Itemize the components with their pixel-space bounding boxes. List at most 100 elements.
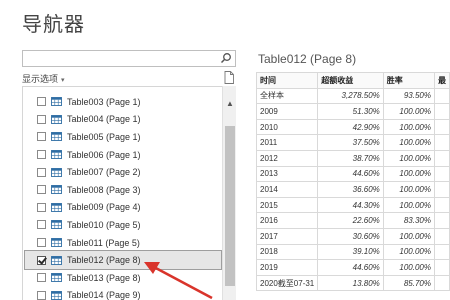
table-icon [51,132,62,142]
table-row: 2012 38.70% 100.00% [255,149,450,167]
navigator-item[interactable]: Table004 (Page 1) [23,111,221,129]
table-cell [433,118,450,136]
column-header-time[interactable]: 时间 [255,72,319,89]
table-cell: 100.00% [382,103,435,120]
table-cell: 100.00% [382,149,435,167]
navigator-item[interactable]: Table003 (Page 1) [23,93,221,111]
table-cell [433,103,450,120]
table-cell: 100.00% [382,134,435,151]
column-header-excess-return[interactable]: 超额收益 [317,72,384,89]
table-cell: 38.70% [317,149,384,167]
table-icon [51,114,62,124]
table-cell [433,134,450,151]
table-cell [433,259,450,276]
navigator-item[interactable]: Table006 (Page 1) [23,146,221,164]
table-cell: 100.00% [382,118,435,136]
table-cell: 22.60% [317,212,384,229]
table-row: 2019 44.60% 100.00% [255,259,450,276]
table-row: 2018 39.10% 100.00% [255,243,450,261]
navigator-item[interactable]: Table005 (Page 1) [23,128,221,146]
checkbox[interactable] [37,290,46,300]
table-cell: 100.00% [382,181,435,198]
table-cell: 44.60% [317,165,384,183]
table-cell: 83.30% [382,212,435,229]
table-cell: 2011 [255,134,319,151]
table-cell: 93.50% [382,87,435,105]
navigator-item-label: Table009 (Page 4) [67,202,141,213]
table-cell [433,87,450,105]
checkbox[interactable] [37,167,46,177]
scroll-thumb[interactable] [225,126,235,286]
table-cell: 2017 [255,227,319,245]
table-cell [433,165,450,183]
search-icon[interactable] [220,52,232,64]
checkbox[interactable] [37,185,46,195]
red-arrow-annotation [144,262,213,300]
navigator-item-label: Table006 (Page 1) [67,149,141,160]
checkbox[interactable] [37,97,46,107]
table-cell [433,149,450,167]
table-row: 2015 44.30% 100.00% [255,196,450,214]
table-icon [51,290,62,300]
navigator-item-label: Table013 (Page 8) [67,272,141,283]
navigator-item[interactable]: Table010 (Page 5) [23,216,221,234]
navigator-item-label: Table012 (Page 8) [67,255,141,266]
table-cell: 51.30% [317,103,384,120]
table-icon [51,238,62,247]
navigator-item[interactable]: Table008 (Page 3) [23,181,221,199]
navigator-item-label: Table008 (Page 3) [67,184,141,195]
table-cell: 100.00% [382,165,435,183]
checkbox[interactable] [37,132,46,142]
table-cell [433,227,450,245]
checkbox[interactable] [37,238,46,248]
table-cell: 2018 [255,243,319,261]
preview-title: Table012 (Page 8) [258,52,357,66]
table-cell: 全样本 [255,87,319,105]
table-cell: 100.00% [382,259,435,276]
table-row: 2010 42.90% 100.00% [255,118,450,136]
column-header-truncated[interactable]: 最 [433,72,450,89]
table-icon [51,97,62,107]
checkbox[interactable] [37,150,46,160]
navigator-item[interactable]: Table007 (Page 2) [23,163,221,181]
table-cell: 44.30% [317,196,384,214]
table-row: 2009 51.30% 100.00% [255,103,450,120]
table-row: 2017 30.60% 100.00% [255,227,450,245]
navigator-item-label: Table003 (Page 1) [67,96,141,107]
table-cell: 2009 [255,103,319,120]
navigator-item-label: Table011 (Page 5) [67,237,140,248]
table-cell: 36.60% [317,181,384,198]
table-cell: 2019 [255,259,319,276]
refresh-page-icon[interactable] [224,71,234,84]
checkbox[interactable] [37,255,46,265]
table-cell [433,212,450,229]
navigator-item[interactable]: Table011 (Page 5) [23,234,221,252]
checkbox[interactable] [37,273,46,283]
navigator-item-label: Table007 (Page 2) [67,167,141,178]
column-header-win-rate[interactable]: 胜率 [382,72,435,89]
scroll-up-arrow-icon[interactable]: ▲ [223,98,237,110]
table-cell: 2012 [255,149,319,167]
table-cell [433,196,450,214]
navigator-scrollbar[interactable]: ▲ [222,86,236,300]
table-cell: 100.00% [382,243,435,261]
table-cell: 3,278.50% [317,87,384,105]
table-row: 2016 22.60% 83.30% [255,212,450,229]
preview-table: 时间 超额收益 胜率 最 全样本 3,278.50% 93.50% 2009 51.30… [255,72,450,292]
display-options-dropdown[interactable]: 显示选项 ▾ [22,72,65,85]
display-options-label: 显示选项 [22,75,59,85]
table-icon [51,167,62,177]
table-cell: 44.60% [317,259,384,276]
search-input[interactable] [22,50,236,67]
checkbox[interactable] [37,202,46,212]
table-cell: 30.60% [317,227,384,245]
table-icon [51,273,62,283]
checkbox[interactable] [37,220,46,230]
table-cell: 39.10% [317,243,384,261]
table-row: 全样本 3,278.50% 93.50% [255,87,450,105]
table-cell: 2013 [255,165,319,183]
navigator-item[interactable]: Table009 (Page 4) [23,199,221,217]
table-row: 2013 44.60% 100.00% [255,165,450,183]
navigator-item-label: Table010 (Page 5) [67,219,141,230]
checkbox[interactable] [37,114,46,124]
